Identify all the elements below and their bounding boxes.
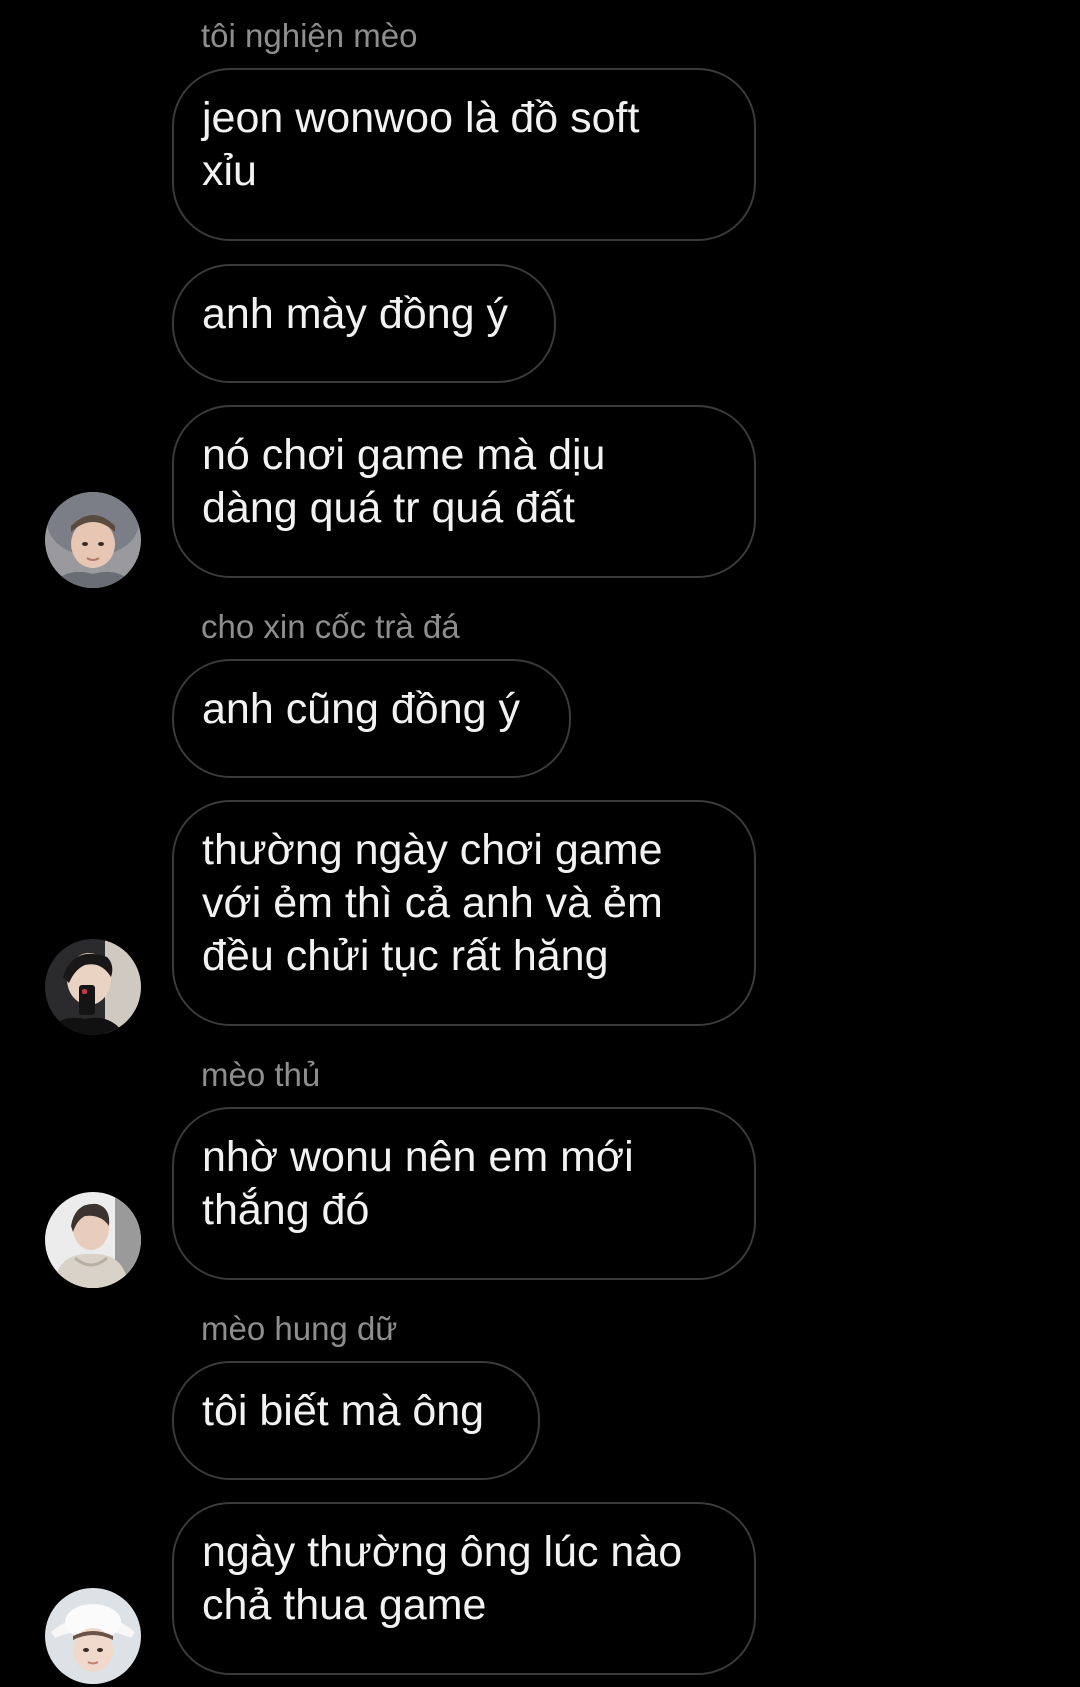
message-bubble[interactable]: anh cũng đồng ý — [172, 659, 571, 778]
user-avatar-photo-icon — [45, 492, 141, 588]
message-bubble[interactable]: anh mày đồng ý — [172, 264, 556, 383]
sender-name: tôi nghiện mèo — [201, 17, 418, 54]
sender-name: mèo thủ — [201, 1056, 321, 1093]
message-bubble[interactable]: nhờ wonu nên em mới thắng đó — [172, 1107, 756, 1280]
user-avatar-photo-icon — [45, 1588, 141, 1684]
message-bubble[interactable]: jeon wonwoo là đồ soft xỉu — [172, 68, 756, 241]
chat-thread: tôi nghiện mèo jeon wonwoo là đồ soft xỉ… — [0, 0, 1080, 1687]
user-avatar[interactable] — [45, 492, 141, 588]
user-avatar-photo-icon — [45, 1192, 141, 1288]
sender-name: cho xin cốc trà đá — [201, 608, 460, 645]
message-bubble[interactable]: tôi biết mà ông — [172, 1361, 540, 1480]
user-avatar[interactable] — [45, 939, 141, 1035]
message-bubble[interactable]: ngày thường ông lúc nào chả thua game — [172, 1502, 756, 1675]
user-avatar[interactable] — [45, 1192, 141, 1288]
message-bubble[interactable]: thường ngày chơi game với ẻm thì cả anh … — [172, 800, 756, 1026]
sender-name: mèo hung dữ — [201, 1310, 398, 1347]
message-bubble[interactable]: nó chơi game mà dịu dàng quá tr quá đất — [172, 405, 756, 578]
user-avatar-photo-icon — [45, 939, 141, 1035]
user-avatar[interactable] — [45, 1588, 141, 1684]
